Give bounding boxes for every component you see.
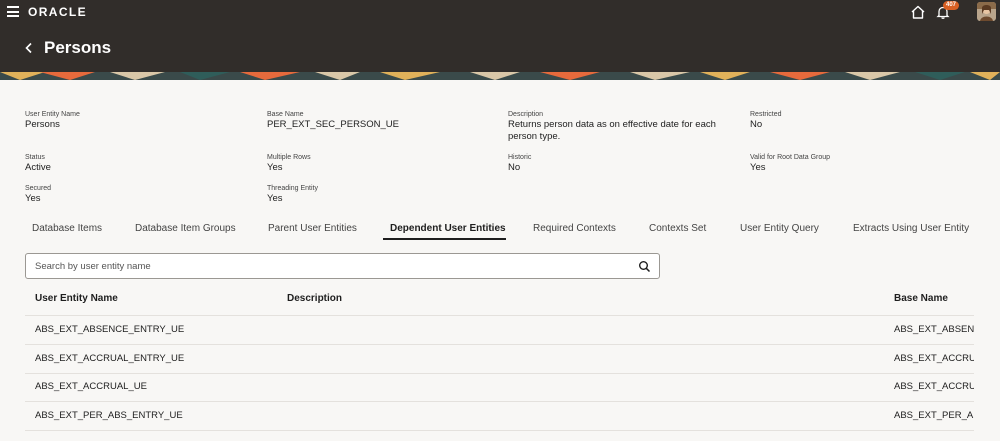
user-entity-name-cell: ABS_EXT_ACCRUAL_UE — [35, 381, 147, 392]
restricted-field: Restricted No — [750, 110, 782, 131]
field-label: Base Name — [267, 111, 304, 118]
decorative-banner — [0, 72, 1000, 80]
field-value: person type. — [508, 131, 561, 142]
field-value: Returns person data as on effective date… — [508, 119, 716, 130]
valid-root-data-group-field: Valid for Root Data Group Yes — [750, 153, 830, 174]
field-label: Description — [508, 111, 544, 118]
oracle-logo: ORACLE — [28, 5, 88, 19]
base-name-cell: ABS_EXT_ABSENC — [894, 324, 974, 335]
field-label: User Entity Name — [25, 111, 80, 118]
home-icon[interactable] — [910, 4, 926, 20]
global-header: ORACLE 407 — [0, 0, 1000, 24]
tab-required-contexts[interactable]: Required Contexts — [533, 223, 616, 235]
user-entity-name-cell: ABS_EXT_ABSENCE_ENTRY_UE — [35, 324, 185, 335]
description-field: Description Returns person data as on ef… — [508, 110, 716, 143]
table-row[interactable]: ABS_EXT_ACCRUAL_UE ABS_EXT_ACCRUA — [25, 373, 974, 402]
column-header-description[interactable]: Description — [287, 293, 342, 305]
base-name-field: Base Name PER_EXT_SEC_PERSON_UE — [267, 110, 399, 131]
field-label: Status — [25, 154, 45, 161]
field-label: Historic — [508, 154, 532, 161]
status-field: Status Active — [25, 153, 51, 174]
tab-database-item-groups[interactable]: Database Item Groups — [135, 223, 236, 235]
base-name-cell: ABS_EXT_ACCRUA — [894, 353, 974, 364]
field-label: Threading Entity — [267, 185, 318, 192]
avatar[interactable] — [977, 2, 996, 21]
tab-extracts-using-user-entity[interactable]: Extracts Using User Entity — [853, 223, 969, 235]
field-value: No — [508, 162, 521, 173]
field-value: Yes — [267, 162, 283, 173]
search-box — [25, 253, 660, 279]
field-label: Multiple Rows — [267, 154, 311, 161]
field-value: Active — [25, 162, 51, 173]
table-row[interactable]: ABS_EXT_ACCRUAL_ENTRY_UE ABS_EXT_ACCRUA — [25, 345, 974, 374]
tab-parent-user-entities[interactable]: Parent User Entities — [268, 223, 357, 235]
search-input[interactable] — [35, 260, 615, 273]
historic-field: Historic No — [508, 153, 531, 174]
column-header-user-entity-name[interactable]: User Entity Name — [35, 293, 118, 305]
field-value: Persons — [25, 119, 60, 130]
page-header: Persons — [0, 24, 1000, 72]
field-label: Restricted — [750, 111, 782, 118]
table-row[interactable]: ABS_EXT_ABSENCE_ENTRY_UE ABS_EXT_ABSENC — [25, 316, 974, 345]
search-icon[interactable] — [638, 260, 651, 273]
base-name-cell: ABS_EXT_PER_ABS — [894, 410, 974, 421]
notification-badge: 407 — [943, 1, 960, 10]
field-value: No — [750, 119, 763, 130]
user-entity-name-field: User Entity Name Persons — [25, 110, 80, 131]
back-icon[interactable] — [24, 42, 34, 54]
field-value: PER_EXT_SEC_PERSON_UE — [267, 119, 399, 130]
column-header-base-name[interactable]: Base Name — [894, 293, 948, 305]
tab-database-items[interactable]: Database Items — [32, 223, 102, 235]
page-title: Persons — [44, 38, 112, 57]
field-label: Valid for Root Data Group — [750, 154, 831, 161]
field-value: Yes — [750, 162, 766, 173]
tab-contexts-set[interactable]: Contexts Set — [649, 223, 706, 235]
secured-field: Secured Yes — [25, 184, 51, 205]
tab-user-entity-query[interactable]: User Entity Query — [740, 223, 819, 235]
base-name-cell: ABS_EXT_ACCRUA — [894, 381, 974, 392]
active-tab-indicator — [383, 238, 506, 240]
table-row[interactable]: ABS_EXT_PER_ABS_ENTRY_UE ABS_EXT_PER_ABS — [25, 402, 974, 431]
tab-dependent-user-entities[interactable]: Dependent User Entities — [390, 223, 506, 235]
user-entity-name-cell: ABS_EXT_ACCRUAL_ENTRY_UE — [35, 353, 185, 364]
menu-icon[interactable] — [7, 6, 19, 17]
user-entity-name-cell: ABS_EXT_PER_ABS_ENTRY_UE — [35, 410, 183, 421]
multiple-rows-field: Multiple Rows Yes — [267, 153, 311, 174]
field-value: Yes — [267, 193, 283, 204]
field-value: Yes — [25, 193, 41, 204]
threading-entity-field: Threading Entity Yes — [267, 184, 318, 205]
field-label: Secured — [25, 185, 52, 192]
